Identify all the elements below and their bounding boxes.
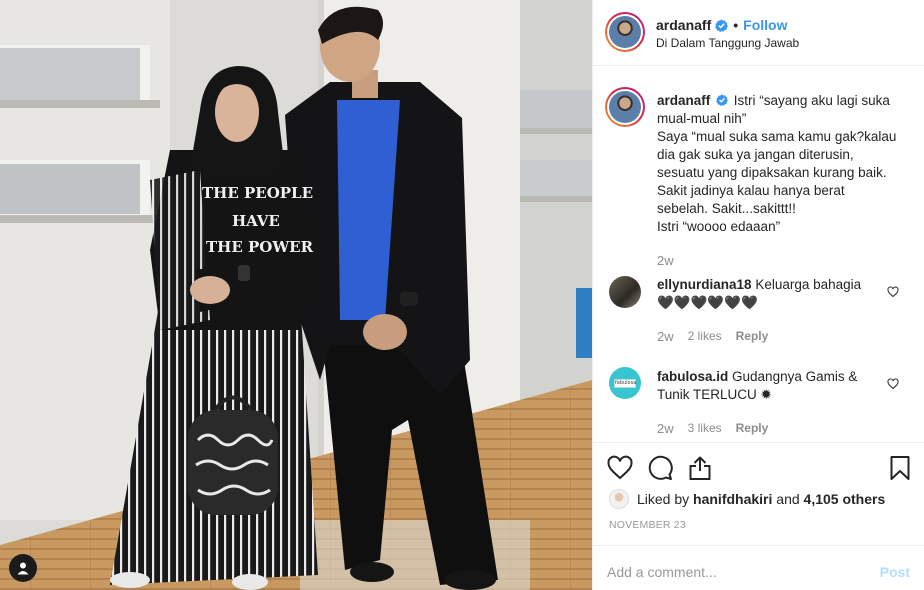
liked-by-others[interactable]: 4,105 others <box>804 491 886 507</box>
share-icon[interactable] <box>687 455 713 481</box>
photo-illustration: THE PEOPLE HAVE THE POWER <box>0 0 592 590</box>
caption-author-avatar[interactable] <box>605 87 645 127</box>
caption-line: mual-mual nih” <box>657 111 747 126</box>
shirt-line-3: THE POWER <box>206 238 314 256</box>
comment-line: Gudangnya Gamis & <box>732 369 858 384</box>
caption-line: Istri “woooo edaaan” <box>657 219 781 234</box>
heart-icon[interactable] <box>887 378 899 390</box>
comment-likes[interactable]: 2 likes <box>688 329 722 344</box>
commenter-avatar[interactable]: fabulosa <box>609 367 641 399</box>
commenter-avatar-logo: fabulosa <box>614 378 637 388</box>
comment-line: Keluarga bahagia <box>755 277 862 292</box>
comment-line: Tunik TERLUCU ✹ <box>657 387 772 402</box>
comment-line: 🖤🖤🖤🖤🖤🖤 <box>657 295 758 310</box>
caption-line: Saya “mual suka sama kamu gak?kalau <box>657 129 897 144</box>
post-photo[interactable]: THE PEOPLE HAVE THE POWER <box>0 0 592 590</box>
post-date[interactable]: NOVEMBER 23 <box>609 519 686 531</box>
liked-by-middle: and <box>776 491 800 507</box>
comment-input[interactable]: Add a comment... <box>607 564 717 580</box>
caption-line: dia gak suka ya jangan diterusin, <box>657 147 854 162</box>
caption-line: sebelah. Sakit...sakittt!! <box>657 201 796 216</box>
comment-meta: 2w 3 likes Reply <box>657 421 768 436</box>
caption-line: sesuatu yang dipaksakan kurang baik. <box>657 165 887 180</box>
commenter-username[interactable]: fabulosa.id <box>657 369 728 384</box>
commenter-avatar[interactable] <box>609 276 641 308</box>
author-avatar[interactable] <box>605 12 645 52</box>
separator-dot: • <box>733 17 739 33</box>
comment-text: fabulosa.id Gudangnya Gamis & Tunik TERL… <box>657 368 887 404</box>
author-username[interactable]: ardanaff <box>656 17 711 33</box>
comment-age[interactable]: 2w <box>657 421 674 436</box>
caption-username[interactable]: ardanaff <box>657 93 710 108</box>
post-side-panel: ardanaff • Follow Di Dalam Tanggung Jawa… <box>592 0 924 590</box>
caption-text: ardanaff Istri “sayang aku lagi suka mua… <box>657 92 907 236</box>
shirt-line-1: THE PEOPLE <box>202 184 313 202</box>
comment-meta: 2w 2 likes Reply <box>657 329 768 344</box>
location-link[interactable]: Di Dalam Tanggung Jawab <box>656 36 799 50</box>
liked-by-user[interactable]: hanifdhakiri <box>693 491 772 507</box>
comment-likes[interactable]: 3 likes <box>688 421 722 436</box>
add-comment-bar: Add a comment... Post <box>593 545 924 590</box>
caption-age[interactable]: 2w <box>657 253 674 268</box>
commenter-username[interactable]: ellynurdiana18 <box>657 277 752 292</box>
user-tag-icon <box>17 562 29 575</box>
liker-avatar[interactable] <box>609 489 629 509</box>
post-comment-button[interactable]: Post <box>880 564 910 580</box>
bookmark-icon[interactable] <box>887 455 913 481</box>
comment-age[interactable]: 2w <box>657 329 674 344</box>
comment-text: ellynurdiana18 Keluarga bahagia 🖤🖤🖤🖤🖤🖤 <box>657 276 887 312</box>
follow-button[interactable]: Follow <box>743 17 787 33</box>
heart-icon[interactable] <box>887 286 899 298</box>
caption-line: Istri “sayang aku lagi suka <box>733 93 890 108</box>
verified-badge-icon <box>716 94 729 106</box>
post-actions: Liked by hanifdhakiri and 4,105 others N… <box>593 442 924 590</box>
caption-line: Sakit jadinya kalau hanya berat <box>657 183 845 198</box>
verified-badge-icon <box>715 18 729 32</box>
user-tag-button[interactable] <box>9 554 37 582</box>
reply-button[interactable]: Reply <box>736 329 769 344</box>
post-header: ardanaff • Follow Di Dalam Tanggung Jawa… <box>593 0 924 66</box>
heart-icon[interactable] <box>607 455 633 481</box>
author-row: ardanaff • Follow <box>656 17 787 33</box>
liked-by-prefix: Liked by <box>637 491 690 507</box>
shirt-line-2: HAVE <box>232 212 280 230</box>
liked-by-row: Liked by hanifdhakiri and 4,105 others <box>609 489 885 509</box>
comments-list[interactable]: ardanaff Istri “sayang aku lagi suka mua… <box>593 67 924 441</box>
reply-button[interactable]: Reply <box>736 421 769 436</box>
comment-icon[interactable] <box>647 455 673 481</box>
